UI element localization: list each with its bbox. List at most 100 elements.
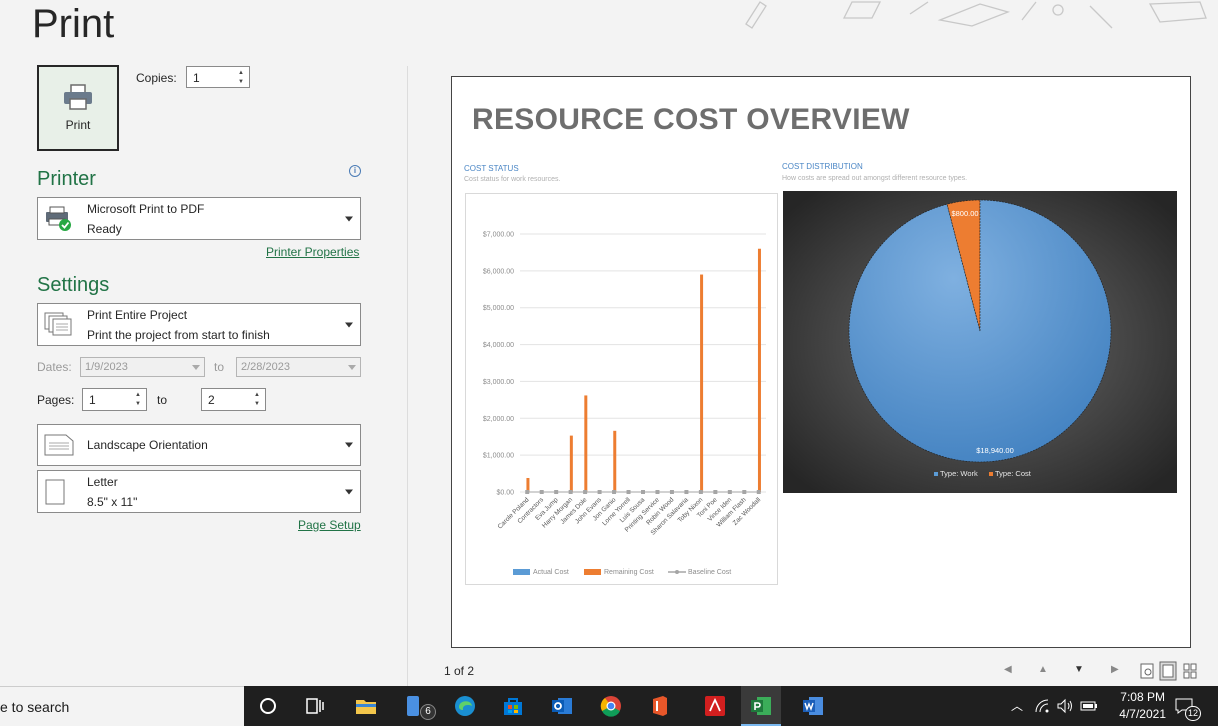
chevron-up-icon[interactable]: ︿ bbox=[1011, 697, 1023, 714]
edge-icon[interactable] bbox=[453, 694, 477, 718]
report-title: RESOURCE COST OVERVIEW bbox=[472, 103, 910, 136]
word-icon[interactable] bbox=[801, 694, 825, 718]
search-placeholder: e to search bbox=[0, 699, 70, 715]
y-tick-label: $2,000.00 bbox=[483, 416, 514, 423]
printer-heading: Printer bbox=[37, 168, 96, 190]
battery-icon[interactable] bbox=[1080, 699, 1098, 713]
date-to-label: to bbox=[214, 360, 225, 374]
cost-status-chart: $0.00 $1,000.00 $2,000.00 $3,000.00 $4,000.0… bbox=[465, 193, 778, 585]
next-page-icon[interactable]: ▼ bbox=[1074, 664, 1084, 675]
chevron-down-icon bbox=[348, 365, 356, 370]
pie-slice-work bbox=[848, 199, 1112, 463]
printer-status: Ready bbox=[87, 222, 122, 236]
page-setup-link[interactable]: Page Setup bbox=[298, 518, 361, 532]
panel-divider bbox=[407, 66, 408, 686]
bar-remaining-cost bbox=[569, 435, 573, 492]
chevron-down-icon bbox=[345, 322, 353, 327]
legend-label: Actual Cost bbox=[533, 569, 569, 576]
taskbar-search-box[interactable]: e to search bbox=[0, 686, 244, 726]
bar-remaining-cost bbox=[584, 395, 588, 492]
y-tick-label: $6,000.00 bbox=[483, 268, 514, 275]
clock-time: 7:08 PM bbox=[1120, 690, 1165, 704]
cost-distribution-chart: $18,940.00 $800.00 Type: Work Type: Cost bbox=[783, 191, 1177, 493]
page-from-stepper[interactable]: 1 ▲ ▼ bbox=[82, 388, 147, 411]
bar-remaining-cost bbox=[700, 274, 704, 492]
previous-page-icon[interactable]: ▲ bbox=[1038, 664, 1048, 675]
legend-label: Type: Cost bbox=[995, 469, 1032, 478]
y-tick-label: $5,000.00 bbox=[483, 305, 514, 312]
teams-badge: 6 bbox=[420, 704, 436, 720]
down-arrow-icon[interactable]: ▼ bbox=[254, 401, 260, 407]
project-icon bbox=[751, 697, 771, 715]
down-arrow-icon[interactable]: ▼ bbox=[238, 79, 244, 85]
y-tick-label: $7,000.00 bbox=[483, 232, 514, 239]
printer-name: Microsoft Print to PDF bbox=[87, 202, 205, 216]
y-tick-label: $0.00 bbox=[496, 490, 514, 497]
legend-swatch bbox=[584, 569, 601, 575]
printer-icon bbox=[64, 84, 92, 110]
store-icon[interactable] bbox=[501, 694, 525, 718]
chrome-icon[interactable] bbox=[599, 694, 623, 718]
date-from-value: 1/9/2023 bbox=[85, 361, 128, 373]
pages-icon bbox=[44, 312, 72, 335]
chevron-down-icon bbox=[345, 216, 353, 221]
task-view-icon[interactable] bbox=[303, 694, 327, 718]
print-range-title: Print Entire Project bbox=[87, 308, 188, 322]
outlook-icon[interactable] bbox=[550, 694, 574, 718]
first-page-icon[interactable]: ◀ bbox=[1004, 664, 1012, 675]
up-arrow-icon[interactable]: ▲ bbox=[238, 70, 244, 76]
cost-distribution-heading: COST DISTRIBUTION bbox=[782, 162, 863, 171]
project-taskbar-active[interactable] bbox=[741, 686, 781, 726]
acrobat-icon[interactable] bbox=[703, 694, 727, 718]
date-from-field: 1/9/2023 bbox=[80, 357, 205, 377]
office-icon[interactable] bbox=[648, 694, 672, 718]
page-to-value: 2 bbox=[208, 393, 215, 407]
page-indicator: 1 of 2 bbox=[444, 664, 475, 678]
bar-remaining-cost bbox=[757, 248, 761, 492]
print-range-select[interactable]: Print Entire Project Print the project f… bbox=[37, 303, 361, 346]
printer-ready-icon bbox=[46, 206, 71, 231]
chevron-down-icon bbox=[192, 365, 200, 370]
print-range-desc: Print the project from start to finish bbox=[87, 328, 270, 342]
date-to-value: 2/28/2023 bbox=[241, 361, 290, 373]
cost-status-desc: Cost status for work resources. bbox=[464, 176, 561, 183]
paper-size-select[interactable]: Letter 8.5" x 11" bbox=[37, 470, 361, 513]
y-tick-label: $1,000.00 bbox=[483, 453, 514, 460]
clock-date: 4/7/2021 bbox=[1119, 707, 1166, 721]
legend-label: Remaining Cost bbox=[604, 569, 654, 576]
page-title: Print bbox=[32, 2, 115, 46]
up-arrow-icon[interactable]: ▲ bbox=[254, 392, 260, 398]
windows-taskbar: e to search 6 ︿ 7:08 PM 4/7/2021 12 bbox=[0, 686, 1218, 726]
single-page-view-icon[interactable] bbox=[1159, 661, 1177, 681]
multi-page-view-icon[interactable] bbox=[1182, 662, 1198, 680]
copies-value: 1 bbox=[193, 71, 200, 85]
cost-status-heading: COST STATUS bbox=[464, 164, 519, 173]
up-arrow-icon[interactable]: ▲ bbox=[135, 392, 141, 398]
legend-swatch bbox=[989, 472, 993, 476]
print-button[interactable]: Print bbox=[37, 65, 119, 151]
down-arrow-icon[interactable]: ▼ bbox=[135, 401, 141, 407]
page-from-value: 1 bbox=[89, 393, 96, 407]
orientation-select[interactable]: Landscape Orientation bbox=[37, 424, 361, 466]
network-icon[interactable] bbox=[1034, 698, 1050, 714]
page-to-stepper[interactable]: 2 ▲ ▼ bbox=[201, 388, 266, 411]
paper-size: 8.5" x 11" bbox=[87, 495, 138, 509]
cortana-icon[interactable] bbox=[256, 694, 280, 718]
zoom-page-icon[interactable] bbox=[1139, 662, 1155, 680]
file-explorer-icon[interactable] bbox=[354, 694, 378, 718]
info-icon[interactable]: i bbox=[349, 165, 361, 177]
volume-icon[interactable] bbox=[1056, 698, 1074, 714]
taskbar-clock[interactable]: 7:08 PM 4/7/2021 bbox=[1119, 689, 1166, 723]
landscape-page-icon bbox=[44, 434, 74, 456]
legend-swatch bbox=[513, 569, 530, 575]
chevron-down-icon bbox=[345, 442, 353, 448]
copies-stepper[interactable]: 1 ▲ ▼ bbox=[186, 66, 250, 88]
paper-icon bbox=[45, 479, 65, 504]
last-page-icon[interactable]: ▶ bbox=[1111, 664, 1119, 675]
printer-select[interactable]: Microsoft Print to PDF Ready bbox=[37, 197, 361, 240]
legend-label: Baseline Cost bbox=[688, 569, 731, 576]
printer-properties-link[interactable]: Printer Properties bbox=[266, 245, 359, 259]
legend-label: Type: Work bbox=[940, 469, 978, 478]
pie-data-label: $800.00 bbox=[951, 209, 978, 218]
y-tick-label: $3,000.00 bbox=[483, 379, 514, 386]
